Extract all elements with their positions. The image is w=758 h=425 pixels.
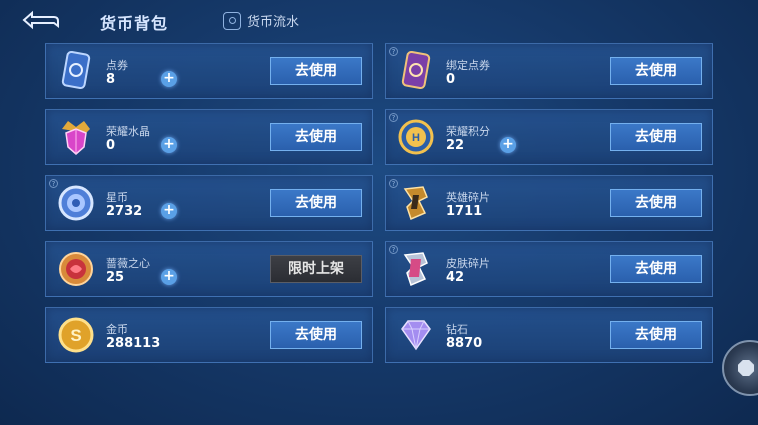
currency-name: 钻石 (446, 323, 468, 336)
currency-card-skin-fragment: ? 皮肤碎片 42 去使用 (385, 241, 713, 297)
gold-coin-icon: S (56, 314, 96, 356)
currency-name: 英雄碎片 (446, 191, 490, 204)
use-skin-fragment-button[interactable]: 去使用 (610, 255, 702, 283)
hero-fragment-icon (396, 182, 436, 224)
currency-value: 42 (446, 270, 465, 285)
currency-value: 2732 (106, 204, 143, 219)
currency-value: 8870 (446, 336, 483, 351)
currency-value: 288113 (106, 336, 161, 351)
currency-name: 蔷薇之心 (106, 257, 150, 270)
add-glory-crystal-button[interactable]: + (161, 137, 177, 153)
currency-name: 皮肤碎片 (446, 257, 490, 270)
currency-value: 0 (446, 72, 456, 87)
use-voucher-button[interactable]: 去使用 (270, 57, 362, 85)
currency-flow-icon (223, 11, 241, 30)
currency-grid: 点券 8 + 去使用 ? 绑定点券 0 去使用 荣耀水晶 0 + 去使用 ? H… (45, 43, 713, 363)
limited-time-listing-badge: 限时上架 (270, 255, 362, 283)
currency-name: 金币 (106, 323, 128, 336)
rose-heart-icon (56, 248, 96, 290)
currency-value: 22 (446, 138, 465, 153)
currency-card-hero-fragment: ? 英雄碎片 1711 去使用 (385, 175, 713, 231)
currency-card-diamond: 钻石 8870 去使用 (385, 307, 713, 363)
currency-card-glory-crystal: 荣耀水晶 0 + 去使用 (45, 109, 373, 165)
tab-currency-flow-label: 货币流水 (247, 15, 300, 30)
top-bar: 货币背包 货币流水 (0, 0, 758, 40)
currency-card-rose-heart: 蔷薇之心 25 + 限时上架 (45, 241, 373, 297)
currency-card-star-coin: ? 星币 2732 + 去使用 (45, 175, 373, 231)
add-rose-heart-button[interactable]: + (161, 269, 177, 285)
tab-currency-flow[interactable]: 货币流水 (223, 11, 299, 30)
add-glory-points-button[interactable]: + (500, 137, 516, 153)
use-glory-crystal-button[interactable]: 去使用 (270, 123, 362, 151)
skin-fragment-icon (396, 248, 436, 290)
currency-card-voucher: 点券 8 + 去使用 (45, 43, 373, 99)
back-button[interactable] (20, 8, 60, 32)
currency-name: 星币 (106, 191, 128, 204)
add-voucher-button[interactable]: + (161, 71, 177, 87)
use-diamond-button[interactable]: 去使用 (610, 321, 702, 349)
diamond-icon (396, 314, 436, 356)
use-gold-coin-button[interactable]: 去使用 (270, 321, 362, 349)
use-glory-points-button[interactable]: 去使用 (610, 123, 702, 151)
currency-card-bound-voucher: ? 绑定点券 0 去使用 (385, 43, 713, 99)
currency-value: 8 (106, 72, 116, 87)
svg-text:H: H (412, 132, 420, 144)
currency-card-glory-points: ? H 荣耀积分 22 + 去使用 (385, 109, 713, 165)
floating-menu-button[interactable] (722, 340, 758, 396)
octagon-icon (738, 360, 754, 376)
voucher-card-icon (56, 50, 96, 92)
currency-value: 1711 (446, 204, 483, 219)
star-coin-icon (56, 182, 96, 224)
currency-name: 绑定点券 (446, 59, 490, 72)
add-star-coin-button[interactable]: + (161, 203, 177, 219)
svg-text:S: S (70, 326, 81, 345)
bound-voucher-card-icon (396, 50, 436, 92)
use-hero-fragment-button[interactable]: 去使用 (610, 189, 702, 217)
currency-name: 荣耀积分 (446, 125, 490, 138)
currency-value: 25 (106, 270, 125, 285)
currency-name: 荣耀水晶 (106, 125, 150, 138)
use-bound-voucher-button[interactable]: 去使用 (610, 57, 702, 85)
use-star-coin-button[interactable]: 去使用 (270, 189, 362, 217)
currency-name: 点券 (106, 59, 128, 72)
glory-points-icon: H (396, 116, 436, 158)
back-arrow-icon (22, 10, 59, 30)
glory-crystal-icon (56, 116, 96, 158)
tab-currency-bag[interactable]: 货币背包 (100, 10, 168, 34)
currency-value: 0 (106, 138, 116, 153)
currency-card-gold-coin: S 金币 288113 去使用 (45, 307, 373, 363)
